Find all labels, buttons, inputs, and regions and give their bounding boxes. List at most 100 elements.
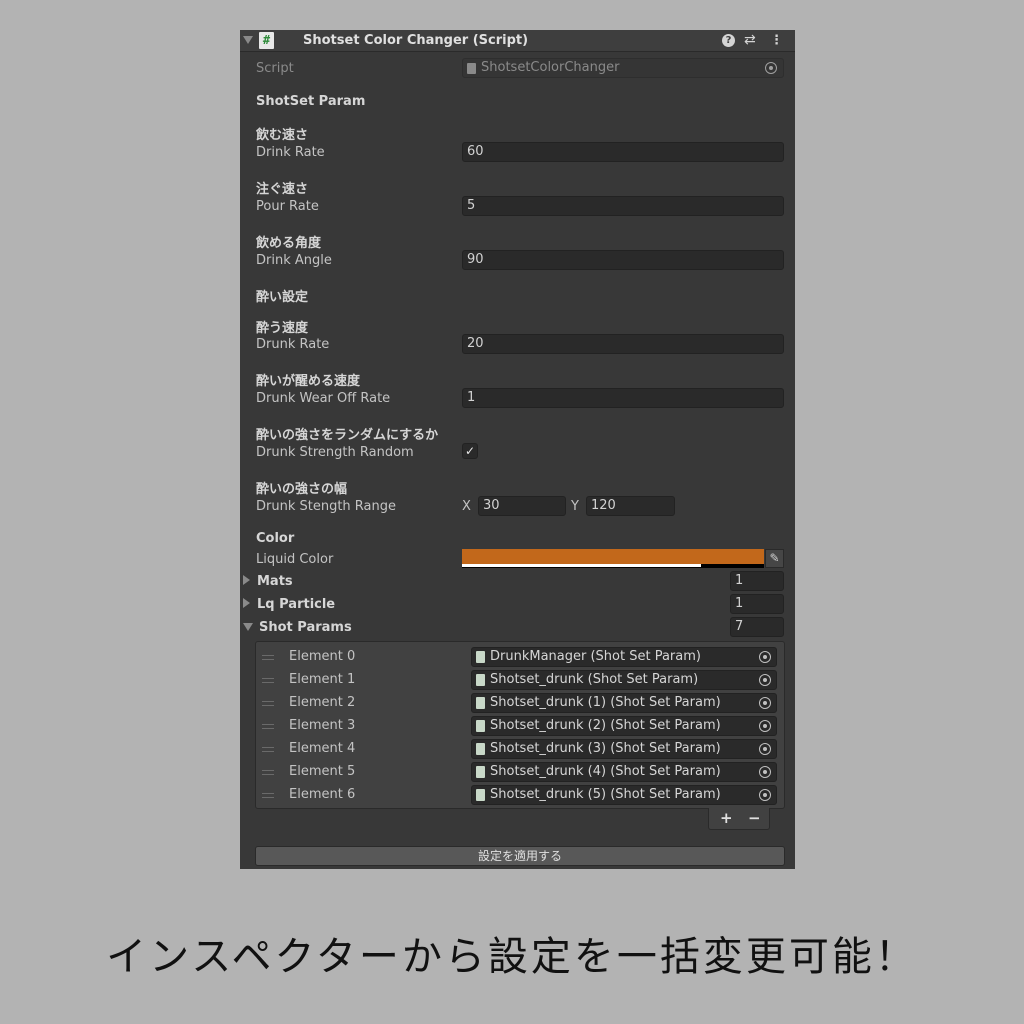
object-picker-icon[interactable] xyxy=(759,697,771,709)
collapse-triangle-icon xyxy=(243,623,253,631)
preset-icon[interactable]: ⇄ xyxy=(744,32,756,49)
element-object-field[interactable]: DrunkManager (Shot Set Param) xyxy=(471,647,777,667)
element-value: DrunkManager (Shot Set Param) xyxy=(490,649,701,664)
element-label: Element 0 xyxy=(289,649,356,664)
list-item[interactable]: Element 4 Shotset_drunk (3) (Shot Set Par… xyxy=(256,738,784,760)
script-label: Script xyxy=(256,61,294,76)
shot-params-label: Shot Params xyxy=(259,620,352,635)
list-item[interactable]: Element 0 DrunkManager (Shot Set Param) xyxy=(256,646,784,668)
mats-label: Mats xyxy=(257,574,293,589)
element-label: Element 1 xyxy=(289,672,356,687)
drunk-wear-off-input[interactable]: 1 xyxy=(462,388,784,408)
add-element-button[interactable]: + xyxy=(720,809,733,827)
element-object-field[interactable]: Shotset_drunk (2) (Shot Set Param) xyxy=(471,716,777,736)
expand-triangle-icon xyxy=(243,575,250,585)
list-item[interactable]: Element 5 Shotset_drunk (4) (Shot Set Par… xyxy=(256,761,784,783)
script-file-icon xyxy=(476,674,485,686)
drunk-random-checkbox[interactable]: ✓ xyxy=(462,443,478,459)
script-file-icon xyxy=(467,63,476,74)
element-label: Element 4 xyxy=(289,741,356,756)
drunk-rate-header: 酔う速度 xyxy=(256,321,309,336)
drink-angle-header: 飲める角度 xyxy=(256,236,322,251)
drag-handle-icon[interactable] xyxy=(262,770,274,775)
element-object-field[interactable]: Shotset_drunk (3) (Shot Set Param) xyxy=(471,739,777,759)
object-picker-icon[interactable] xyxy=(759,720,771,732)
drink-angle-label: Drink Angle xyxy=(256,253,332,268)
expand-triangle-icon xyxy=(243,598,250,608)
element-object-field[interactable]: Shotset_drunk (Shot Set Param) xyxy=(471,670,777,690)
list-item[interactable]: Element 6 Shotset_drunk (5) (Shot Set Par… xyxy=(256,784,784,806)
pour-rate-input[interactable]: 5 xyxy=(462,196,784,216)
element-label: Element 6 xyxy=(289,787,356,802)
help-icon[interactable]: ? xyxy=(722,34,735,47)
component-title: Shotset Color Changer (Script) xyxy=(303,33,529,48)
lq-particle-size-input[interactable]: 1 xyxy=(730,594,784,614)
range-x-input[interactable]: 30 xyxy=(478,496,566,516)
element-value: Shotset_drunk (3) (Shot Set Param) xyxy=(490,741,721,756)
shot-params-size-input[interactable]: 7 xyxy=(730,617,784,637)
range-y-label: Y xyxy=(571,499,579,514)
apply-settings-button[interactable]: 設定を適用する xyxy=(255,846,785,866)
pour-rate-header: 注ぐ速さ xyxy=(256,182,309,197)
element-object-field[interactable]: Shotset_drunk (5) (Shot Set Param) xyxy=(471,785,777,805)
range-y-input[interactable]: 120 xyxy=(586,496,675,516)
element-label: Element 5 xyxy=(289,764,356,779)
more-options-icon[interactable]: ⋮ xyxy=(770,32,783,49)
pour-rate-label: Pour Rate xyxy=(256,199,319,214)
script-file-icon xyxy=(476,789,485,801)
mats-foldout[interactable]: Mats xyxy=(243,574,293,589)
lq-particle-foldout[interactable]: Lq Particle xyxy=(243,597,335,612)
drink-rate-header: 飲む速さ xyxy=(256,128,309,143)
section-drunk-header: 酔い設定 xyxy=(256,290,309,305)
remove-element-button[interactable]: − xyxy=(748,809,761,827)
script-value: ShotsetColorChanger xyxy=(481,60,620,75)
collapse-triangle-icon[interactable] xyxy=(243,36,253,44)
script-field[interactable]: ShotsetColorChanger xyxy=(462,58,784,78)
shot-params-list: Element 0 DrunkManager (Shot Set Param) El… xyxy=(255,641,785,809)
script-file-icon xyxy=(476,766,485,778)
drag-handle-icon[interactable] xyxy=(262,793,274,798)
object-picker-icon[interactable] xyxy=(765,62,777,74)
drag-handle-icon[interactable] xyxy=(262,655,274,660)
element-object-field[interactable]: Shotset_drunk (1) (Shot Set Param) xyxy=(471,693,777,713)
element-value: Shotset_drunk (1) (Shot Set Param) xyxy=(490,695,721,710)
caption: インスペクターから設定を一括変更可能！ xyxy=(106,934,918,980)
drag-handle-icon[interactable] xyxy=(262,747,274,752)
component-header[interactable]: # Shotset Color Changer (Script) ? ⇄ ⋮ xyxy=(240,30,795,52)
list-item[interactable]: Element 2 Shotset_drunk (1) (Shot Set Par… xyxy=(256,692,784,714)
object-picker-icon[interactable] xyxy=(759,651,771,663)
drunk-rate-label: Drunk Rate xyxy=(256,337,330,352)
script-file-icon xyxy=(476,720,485,732)
drink-angle-input[interactable]: 90 xyxy=(462,250,784,270)
drunk-wear-off-label: Drunk Wear Off Rate xyxy=(256,391,391,406)
object-picker-icon[interactable] xyxy=(759,674,771,686)
drag-handle-icon[interactable] xyxy=(262,724,274,729)
object-picker-icon[interactable] xyxy=(759,743,771,755)
list-item[interactable]: Element 1 Shotset_drunk (Shot Set Param) xyxy=(256,669,784,691)
script-file-icon xyxy=(476,651,485,663)
drunk-range-label: Drunk Stength Range xyxy=(256,499,397,514)
element-object-field[interactable]: Shotset_drunk (4) (Shot Set Param) xyxy=(471,762,777,782)
eyedropper-icon[interactable]: ✎ xyxy=(765,549,784,568)
drag-handle-icon[interactable] xyxy=(262,701,274,706)
script-file-icon xyxy=(476,697,485,709)
element-label: Element 3 xyxy=(289,718,356,733)
object-picker-icon[interactable] xyxy=(759,766,771,778)
mats-size-input[interactable]: 1 xyxy=(730,571,784,591)
drunk-rate-input[interactable]: 20 xyxy=(462,334,784,354)
drink-rate-input[interactable]: 60 xyxy=(462,142,784,162)
script-file-icon xyxy=(476,743,485,755)
list-footer: + − xyxy=(708,808,770,830)
shot-params-foldout[interactable]: Shot Params xyxy=(243,620,352,635)
element-value: Shotset_drunk (2) (Shot Set Param) xyxy=(490,718,721,733)
element-value: Shotset_drunk (4) (Shot Set Param) xyxy=(490,764,721,779)
element-label: Element 2 xyxy=(289,695,356,710)
element-value: Shotset_drunk (Shot Set Param) xyxy=(490,672,699,687)
drag-handle-icon[interactable] xyxy=(262,678,274,683)
list-item[interactable]: Element 3 Shotset_drunk (2) (Shot Set Par… xyxy=(256,715,784,737)
drunk-random-header: 酔いの強さをランダムにするか xyxy=(256,428,439,443)
inspector-panel: # Shotset Color Changer (Script) ? ⇄ ⋮ S… xyxy=(240,30,795,869)
drunk-range-header: 酔いの強さの幅 xyxy=(256,482,348,497)
object-picker-icon[interactable] xyxy=(759,789,771,801)
alpha-fill xyxy=(462,564,701,567)
